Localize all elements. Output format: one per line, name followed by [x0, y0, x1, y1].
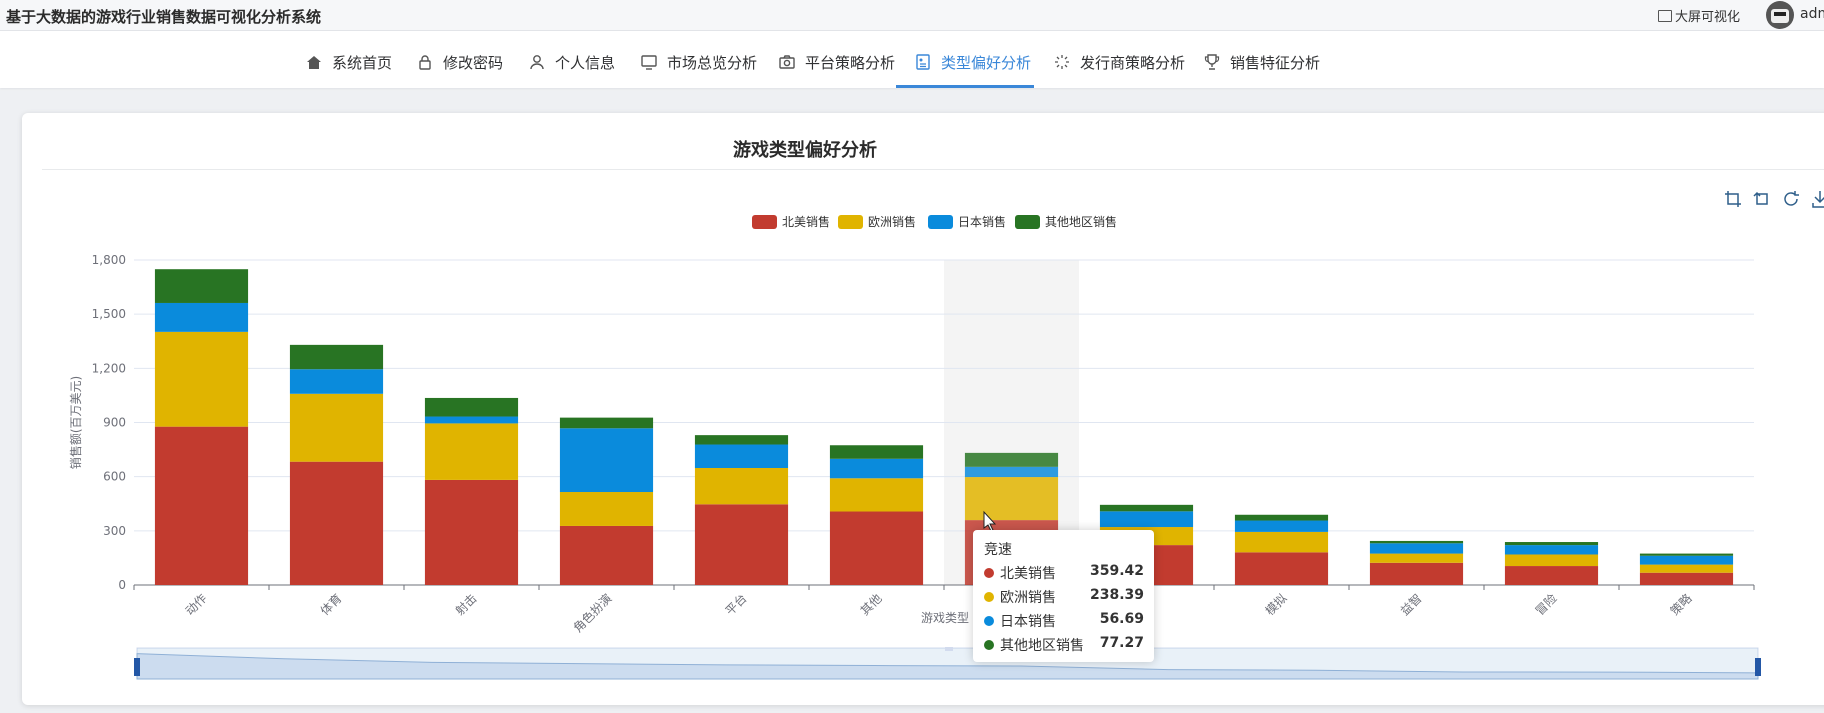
- y-tick-label: 1,800: [92, 253, 126, 267]
- chart-tooltip: 竞速 北美销售 359.42 欧洲销售 238.39 日本销售 56.69 其他地区销…: [973, 530, 1154, 662]
- bar-segment[interactable]: [559, 492, 654, 526]
- datazoom-handle-left[interactable]: [134, 658, 140, 676]
- bar-segment[interactable]: [289, 369, 384, 394]
- x-tick-label: 策略: [1667, 591, 1695, 619]
- bar-segment[interactable]: [424, 416, 519, 424]
- bar-segment[interactable]: [1369, 562, 1464, 585]
- x-tick-label: 其他: [858, 591, 885, 618]
- legend-swatch[interactable]: [838, 215, 863, 229]
- tooltip-title: 竞速: [984, 542, 1012, 558]
- bar-segment[interactable]: [154, 302, 249, 332]
- bar-segment[interactable]: [1504, 545, 1599, 555]
- bar-segment[interactable]: [694, 435, 789, 445]
- tooltip-series-name: 日本销售: [1000, 614, 1056, 630]
- bar-segment[interactable]: [1504, 566, 1599, 585]
- bar-segment[interactable]: [154, 331, 249, 427]
- bar-segment[interactable]: [1504, 542, 1599, 546]
- bar-segment[interactable]: [1099, 504, 1194, 512]
- restore-icon[interactable]: [1782, 190, 1800, 208]
- y-tick-label: 300: [103, 524, 126, 538]
- tooltip-value: 56.69: [1099, 611, 1144, 627]
- bar-segment[interactable]: [424, 397, 519, 417]
- bar-segment[interactable]: [424, 479, 519, 585]
- bar-segment[interactable]: [1369, 540, 1464, 544]
- x-tick-label: 冒险: [1532, 591, 1560, 619]
- series-dot: [984, 640, 994, 650]
- bar-segment[interactable]: [289, 393, 384, 462]
- tooltip-row: 北美销售 359.42: [984, 563, 1144, 583]
- y-tick-label: 600: [103, 470, 126, 484]
- bar-segment[interactable]: [1639, 572, 1734, 585]
- bar-segment[interactable]: [829, 458, 924, 479]
- legend-swatch[interactable]: [752, 215, 777, 229]
- bar-segment[interactable]: [829, 478, 924, 512]
- bar-segment[interactable]: [559, 525, 654, 585]
- bar-segment[interactable]: [694, 504, 789, 585]
- bar-segment[interactable]: [1369, 553, 1464, 563]
- bar-segment[interactable]: [424, 423, 519, 480]
- bar-segment[interactable]: [559, 417, 654, 429]
- legend-label[interactable]: 北美销售: [782, 214, 830, 229]
- tooltip-series-name: 其他地区销售: [1000, 638, 1084, 654]
- bar-segment[interactable]: [1504, 554, 1599, 567]
- y-axis-title: 销售额(百万美元): [68, 376, 83, 469]
- x-tick-label: 体育: [317, 591, 345, 619]
- bar-segment[interactable]: [829, 511, 924, 585]
- bar-segment[interactable]: [1234, 514, 1329, 521]
- bar-segment[interactable]: [964, 452, 1059, 467]
- x-tick-label: 模拟: [1263, 591, 1290, 618]
- bar-segment[interactable]: [559, 428, 654, 493]
- x-tick-label: 动作: [183, 591, 210, 618]
- bar-segment[interactable]: [1639, 555, 1734, 565]
- bar-segment[interactable]: [154, 426, 249, 585]
- tooltip-row: 欧洲销售 238.39: [984, 587, 1144, 607]
- bar-segment[interactable]: [1639, 564, 1734, 573]
- datazoom-move-handle[interactable]: [945, 647, 953, 651]
- x-tick-label: 射击: [452, 591, 480, 619]
- tooltip-row: 其他地区销售 77.27: [984, 635, 1144, 655]
- bar-segment[interactable]: [289, 344, 384, 370]
- y-tick-label: 1,500: [92, 307, 126, 321]
- series-dot: [984, 568, 994, 578]
- zoom-icon[interactable]: [1724, 190, 1742, 208]
- bar-segment[interactable]: [694, 444, 789, 468]
- tooltip-series-name: 欧洲销售: [1000, 590, 1056, 606]
- legend-swatch[interactable]: [928, 215, 953, 229]
- zoom-reset-icon[interactable]: [1753, 190, 1771, 208]
- legend-swatch[interactable]: [1015, 215, 1040, 229]
- y-tick-label: 1,200: [92, 361, 126, 375]
- x-tick-label: 角色扮演: [570, 591, 615, 636]
- datazoom-handle-right[interactable]: [1755, 658, 1761, 676]
- chart-toolbox: [1724, 190, 1824, 212]
- tooltip-row: 日本销售 56.69: [984, 611, 1144, 631]
- tooltip-value: 238.39: [1089, 587, 1144, 603]
- y-tick-label: 0: [118, 578, 126, 592]
- bar-segment[interactable]: [964, 477, 1059, 521]
- stacked-bar-chart: 0 300 600 900 1,200 1,500 1,800 销售额(百万美元) 动作 体育 射击…: [68, 214, 1761, 680]
- tooltip-value: 359.42: [1089, 563, 1144, 579]
- legend-label[interactable]: 日本销售: [958, 214, 1006, 229]
- tooltip-series-name: 北美销售: [1000, 566, 1056, 582]
- bar-segment[interactable]: [1639, 553, 1734, 556]
- y-tick-label: 900: [103, 416, 126, 430]
- bar-segment[interactable]: [694, 468, 789, 505]
- bar-segment[interactable]: [829, 445, 924, 459]
- bar-segment[interactable]: [1234, 520, 1329, 532]
- bar-segment[interactable]: [964, 466, 1059, 478]
- x-tick-label: 平台: [722, 591, 750, 619]
- x-axis-title: 游戏类型: [921, 611, 969, 625]
- bar-segment[interactable]: [1099, 511, 1194, 528]
- series-dot: [984, 592, 994, 602]
- bar-segment[interactable]: [289, 461, 384, 585]
- download-icon[interactable]: [1811, 190, 1824, 208]
- tooltip-value: 77.27: [1099, 635, 1144, 651]
- bar-segment[interactable]: [1234, 552, 1329, 585]
- legend-label[interactable]: 其他地区销售: [1045, 214, 1117, 229]
- x-tick-label: 益智: [1397, 591, 1425, 619]
- series-dot: [984, 616, 994, 626]
- legend-label[interactable]: 欧洲销售: [868, 214, 916, 229]
- bar-segment[interactable]: [1369, 543, 1464, 554]
- bar-segment[interactable]: [1234, 531, 1329, 553]
- bar-segment[interactable]: [154, 269, 249, 303]
